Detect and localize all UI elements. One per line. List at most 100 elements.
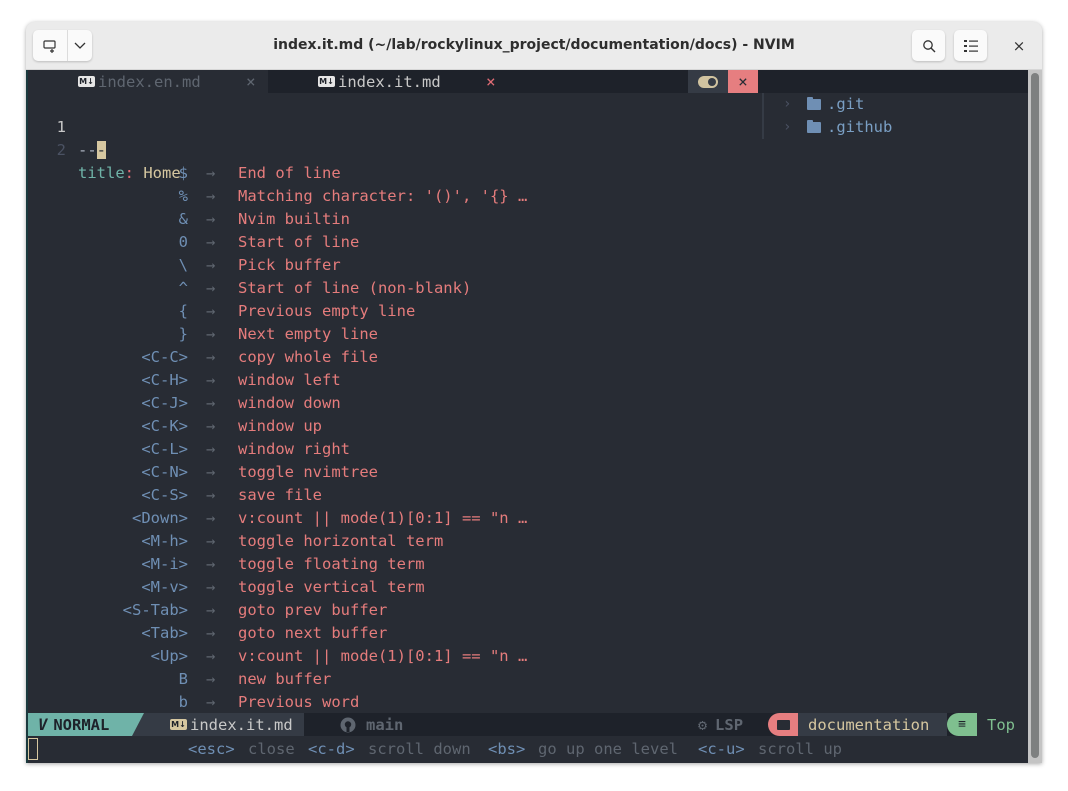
file-name: index.it.md <box>190 715 293 734</box>
mapping-description: v:count || mode(1)[0:1] == "n … <box>238 647 528 665</box>
arrow-icon: → <box>206 509 216 527</box>
hint-key: <c-d> <box>308 740 355 758</box>
which-key-row: <Up> → v:count || mode(1)[0:1] == "n … <box>28 645 762 668</box>
window-title: index.it.md (~/lab/rockylinux_project/do… <box>273 37 795 53</box>
hint-key: <bs> <box>488 740 526 758</box>
tab-label: index.it.md <box>338 72 441 91</box>
mapping-description: toggle nvimtree <box>238 463 378 481</box>
mapping-description: toggle horizontal term <box>238 532 444 550</box>
editor-line-1: 1 --- <box>28 93 762 159</box>
arrow-icon: → <box>206 578 216 596</box>
mapping-description: new buffer <box>238 670 332 688</box>
command-line[interactable]: <esc> close <c-d> scroll down <bs> go up one … <box>28 736 1028 763</box>
which-key-row: B → new buffer <box>28 668 762 691</box>
scrollbar[interactable] <box>1028 70 1042 763</box>
tab-close-icon[interactable]: × <box>486 72 496 91</box>
markdown-icon: M↓ <box>78 76 95 87</box>
folder-icon <box>807 97 821 110</box>
chevron-right-icon: › <box>783 119 792 135</box>
git-branch: main <box>318 713 403 736</box>
tree-item-git[interactable]: › .git <box>783 93 864 116</box>
mapping-description: v:count || mode(1)[0:1] == "n … <box>238 509 528 527</box>
arrow-icon: → <box>206 670 216 688</box>
cmdline-cursor <box>28 738 38 760</box>
hint-description: scroll down <box>368 740 471 758</box>
mapping-description: save file <box>238 486 322 504</box>
tree-item-label: .github <box>827 118 893 136</box>
which-key-row: <C-J> → window down <box>28 392 762 415</box>
buffer-tabline: M↓ index.en.md × M↓ index.it.md × × <box>28 70 1028 93</box>
arrow-icon: → <box>206 325 216 343</box>
list-menu-icon <box>963 39 978 52</box>
tab-index-en[interactable]: M↓ index.en.md × <box>28 70 268 93</box>
mapping-key: <C-K> <box>141 417 188 435</box>
which-key-row: <M-h> → toggle horizontal term <box>28 530 762 553</box>
arrow-icon: → <box>206 233 216 251</box>
chevron-down-icon <box>74 42 86 49</box>
scrollbar-thumb[interactable] <box>1031 73 1039 758</box>
mapping-description: Matching character: '()', '{} … <box>238 187 528 205</box>
position-label: Top <box>977 713 1028 736</box>
search-icon <box>922 39 935 52</box>
new-tab-split-button <box>33 30 92 61</box>
arrow-icon: → <box>206 279 216 297</box>
mapping-description: Pick buffer <box>238 256 341 274</box>
mapping-description: toggle floating term <box>238 555 425 573</box>
theme-toggle-button[interactable] <box>688 70 728 93</box>
branch-name: main <box>366 715 404 734</box>
mapping-description: window up <box>238 417 322 435</box>
arrow-icon: → <box>206 555 216 573</box>
mapping-description: Next empty line <box>238 325 378 343</box>
mapping-key: { <box>178 302 188 320</box>
cwd-label: documentation <box>798 713 947 736</box>
statusline: V NORMAL M↓ index.it.md main ⚙ LSP docum… <box>28 713 1028 736</box>
mapping-key: $ <box>178 164 188 182</box>
tab-label: index.en.md <box>98 72 201 91</box>
which-key-row: % → Matching character: '()', '{} … <box>28 185 762 208</box>
mapping-description: Nvim builtin <box>238 210 350 228</box>
arrow-icon: → <box>206 440 216 458</box>
mapping-description: Start of line (non-blank) <box>238 279 472 297</box>
search-button[interactable] <box>912 30 945 61</box>
markdown-icon: M↓ <box>170 719 187 730</box>
close-window-button[interactable]: × <box>1005 30 1033 61</box>
which-key-row: <C-K> → window up <box>28 415 762 438</box>
which-key-row: <C-L> → window right <box>28 438 762 461</box>
mapping-key: } <box>178 325 188 343</box>
which-key-row: $ → End of line <box>28 162 762 185</box>
cwd-icon-segment <box>768 713 798 736</box>
which-key-row: <Tab> → goto next buffer <box>28 622 762 645</box>
mapping-description: copy whole file <box>238 348 378 366</box>
which-key-row: ^ → Start of line (non-blank) <box>28 277 762 300</box>
mapping-key: ^ <box>178 279 188 297</box>
which-key-row: <C-C> → copy whole file <box>28 346 762 369</box>
mapping-key: <C-C> <box>141 348 188 366</box>
mapping-key: <M-i> <box>141 555 188 573</box>
new-window-button[interactable] <box>33 30 68 61</box>
arrow-icon: → <box>206 210 216 228</box>
terminal-area[interactable]: M↓ index.en.md × M↓ index.it.md × × 1 --… <box>26 70 1028 763</box>
lsp-label: LSP <box>715 715 744 734</box>
mapping-key: <C-L> <box>141 440 188 458</box>
mapping-key: <C-H> <box>141 371 188 389</box>
mapping-key: & <box>178 210 188 228</box>
markdown-icon: M↓ <box>318 76 335 87</box>
tree-item-github[interactable]: › .github <box>783 116 892 139</box>
chevron-right-icon: › <box>783 96 792 112</box>
folder-icon <box>807 120 821 133</box>
menu-button[interactable] <box>954 30 987 61</box>
which-key-row: 0 → Start of line <box>28 231 762 254</box>
tab-index-it[interactable]: M↓ index.it.md × <box>268 70 508 93</box>
hint-description: scroll up <box>758 740 842 758</box>
nvim-window: index.it.md (~/lab/rockylinux_project/do… <box>26 22 1042 763</box>
mapping-description: End of line <box>238 164 341 182</box>
tab-close-icon[interactable]: × <box>246 72 256 91</box>
close-all-buffers-button[interactable]: × <box>728 70 758 93</box>
dropdown-button[interactable] <box>68 30 92 61</box>
which-key-row: <Down> → v:count || mode(1)[0:1] == "n … <box>28 507 762 530</box>
mapping-key: b <box>178 693 188 711</box>
mapping-key: <S-Tab> <box>122 601 188 619</box>
arrow-icon: → <box>206 394 216 412</box>
arrow-icon: → <box>206 417 216 435</box>
github-icon <box>340 717 356 732</box>
